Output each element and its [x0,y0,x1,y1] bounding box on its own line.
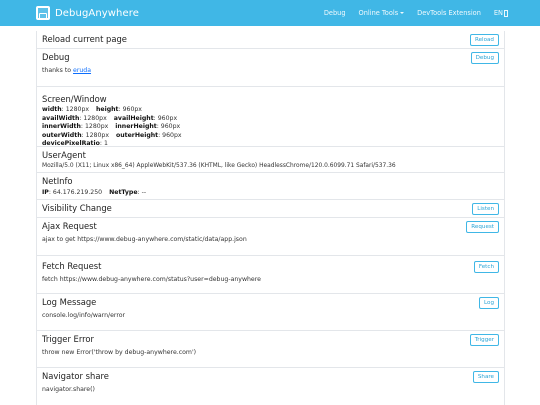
card-reload: Reload current page Reload [37,31,504,49]
share-text: navigator.share() [42,386,95,393]
main-container: Reload current page Reload Debug thanks … [36,31,505,405]
eruda-link[interactable]: eruda [73,67,91,74]
fetch-text: fetch https://www.debug-anywhere.com/sta… [42,276,261,283]
nav-online-tools-label: Online Tools [358,9,399,17]
card-debug: Debug thanks to eruda Debug [37,49,504,87]
card-title: Visibility Change [42,203,112,213]
card-fetch-request: Fetch Request fetch https://www.debug-an… [37,256,504,294]
useragent-value: Mozilla/5.0 (X11; Linux x86_64) AppleWeb… [42,163,396,169]
card-trigger-error: Trigger Error throw new Error('throw by … [37,331,504,368]
log-text: console.log/info/warn/error [42,312,126,319]
card-useragent: UserAgent Mozilla/5.0 (X11; Linux x86_64… [37,147,504,173]
nav-devtools-extension[interactable]: DevTools Extension [417,9,481,17]
screen-row-2: availWidth: 1280px availHeight: 960px [42,114,178,122]
caret-down-icon [400,12,405,14]
listen-button[interactable]: Listen [472,203,499,215]
card-title: UserAgent [42,150,86,160]
card-title: Trigger Error [42,334,94,344]
request-button[interactable]: Request [466,221,499,233]
card-navigator-share: Navigator share navigator.share() Share [37,368,504,405]
card-visibility-change: Visibility Change Listen [37,200,504,218]
top-navbar: DebugAnywhere Debug Online Tools DevTool… [0,0,540,26]
card-title: Debug [42,52,70,62]
brand-title: DebugAnywhere [55,7,139,19]
debug-button[interactable]: Debug [470,52,499,64]
window-logo-icon [36,6,50,20]
card-log-message: Log Message console.log/info/warn/error … [37,294,504,331]
nav-online-tools[interactable]: Online Tools [359,9,405,17]
screen-row-4: outerWidth: 1280px outerHeight: 960px [42,131,182,139]
screen-row-3: innerWidth: 1280px innerHeight: 960px [42,123,181,131]
share-button[interactable]: Share [472,371,499,383]
brand[interactable]: DebugAnywhere [36,5,139,21]
card-ajax-request: Ajax Request ajax to get https://www.deb… [37,218,504,256]
trigger-text: throw new Error('throw by debug-anywhere… [42,349,197,356]
card-body: thanks to eruda [42,66,499,75]
fetch-button[interactable]: Fetch [473,261,499,273]
log-button[interactable]: Log [479,297,499,309]
card-title: Fetch Request [42,261,102,271]
language-icon [504,9,508,17]
card-title: Ajax Request [42,221,97,231]
card-title: Screen/Window [42,94,107,104]
trigger-button[interactable]: Trigger [469,334,499,346]
card-netinfo: NetInfo IP: 64.176.219.250 NetType: -- [37,173,504,200]
reload-button[interactable]: Reload [469,34,499,46]
card-title: Reload current page [42,34,127,44]
card-title: Log Message [42,297,97,307]
card-body: IP: 64.176.219.250 NetType: -- [42,189,147,196]
nav-menu: Debug Online Tools DevTools Extension EN [311,0,508,26]
thanks-text: thanks to [42,67,74,74]
nav-language-label: EN [493,9,503,17]
nav-debug[interactable]: Debug [324,9,346,17]
ajax-text: ajax to get https://www.debug-anywhere.c… [42,236,247,243]
card-title: NetInfo [42,176,73,186]
card-body: width: 1280px height: 960px availWidth: … [42,106,499,149]
card-title: Navigator share [42,371,109,381]
card-screen-window: Screen/Window width: 1280px height: 960p… [37,87,504,147]
nav-language[interactable]: EN [494,9,508,17]
screen-row-1: width: 1280px height: 960px [42,106,142,113]
